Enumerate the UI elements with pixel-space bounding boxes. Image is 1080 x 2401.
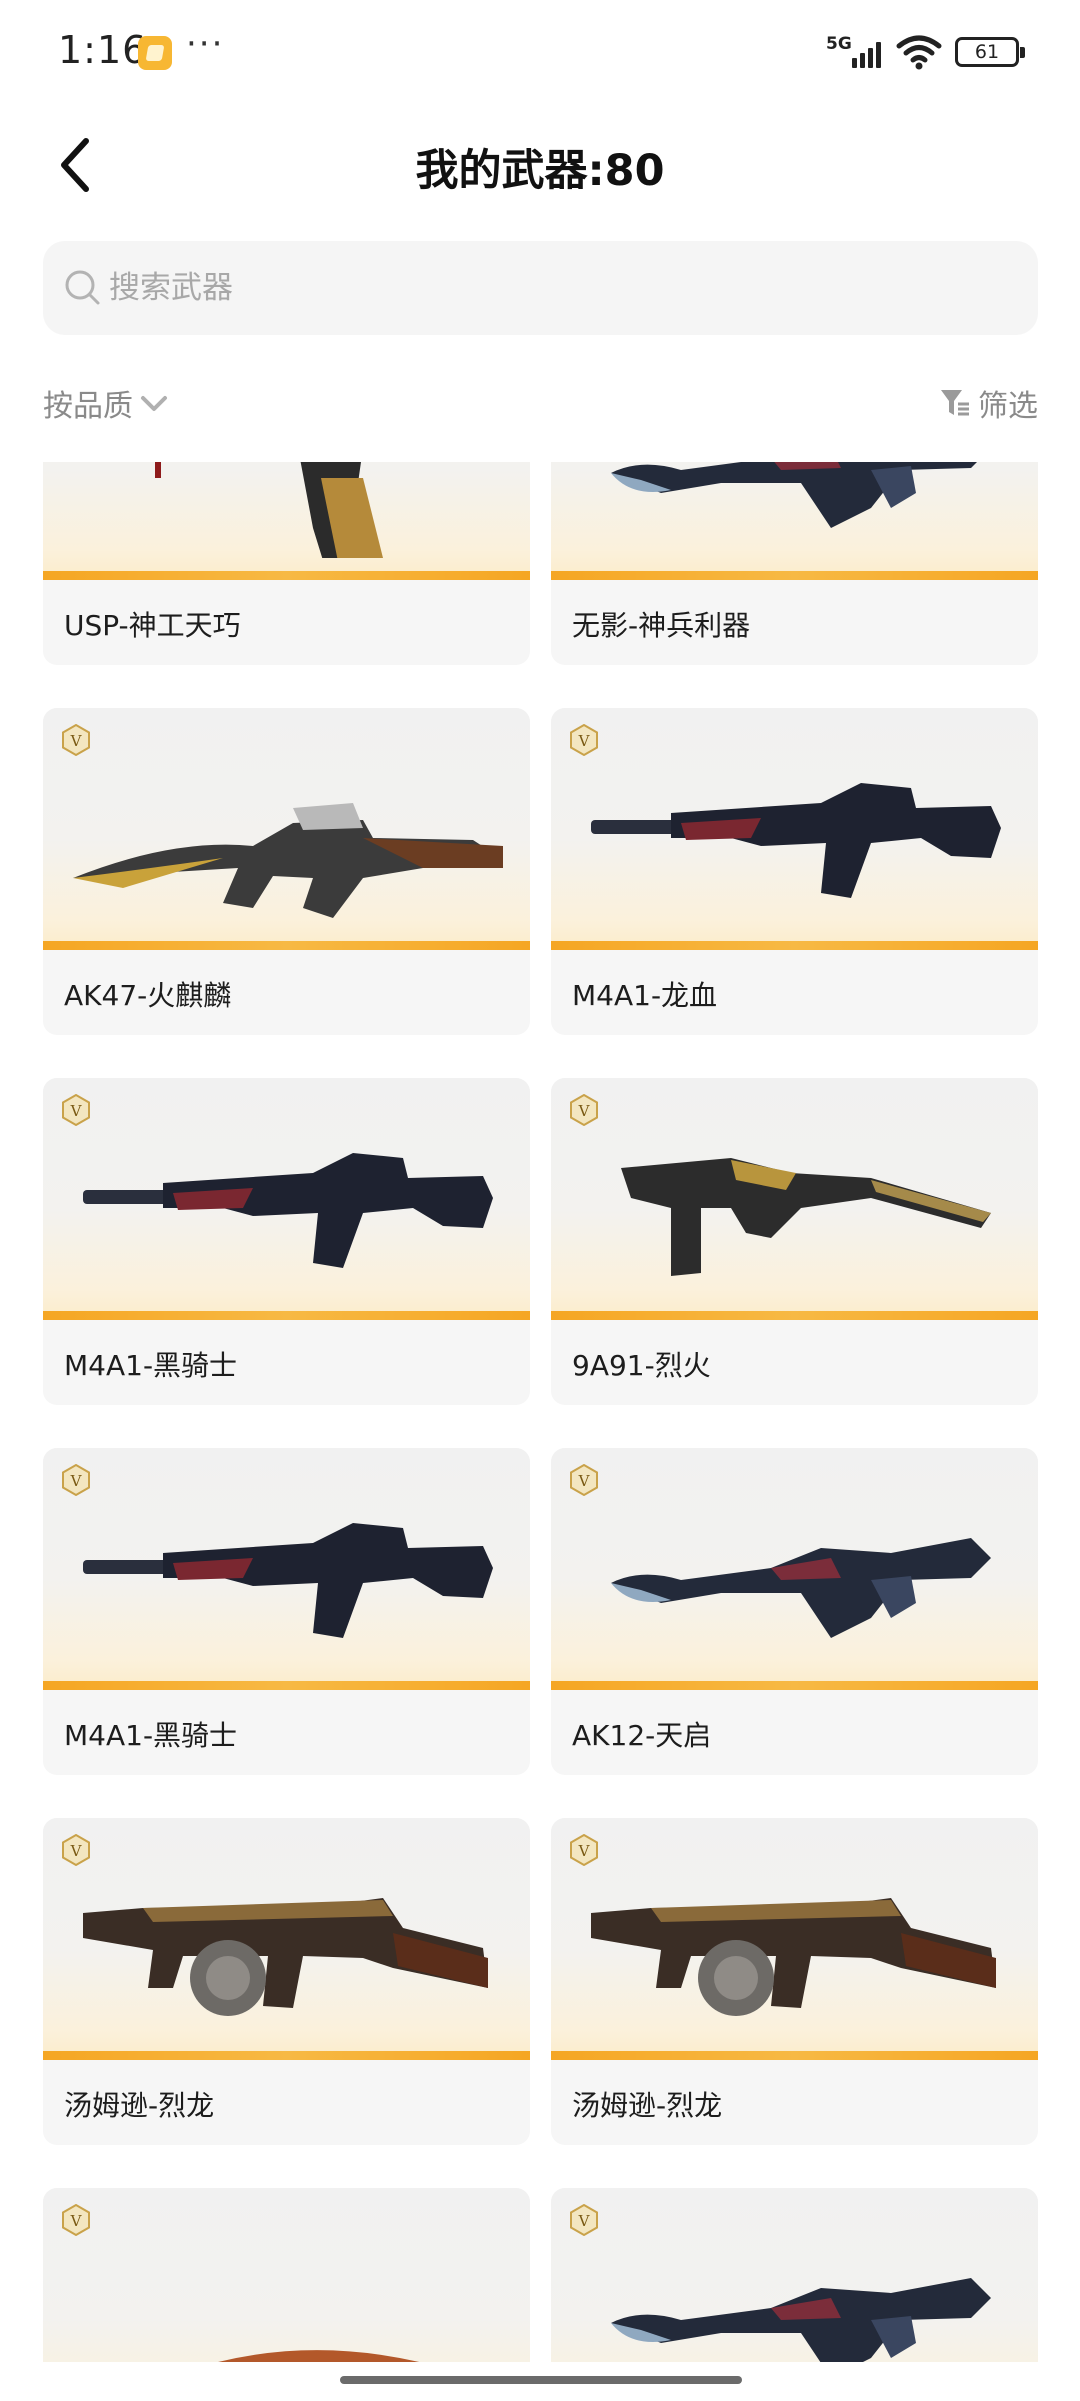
filter-icon xyxy=(941,390,969,416)
assault-rifle-icon xyxy=(611,462,977,528)
quality-bar xyxy=(551,1311,1038,1320)
thompson-icon xyxy=(83,1898,488,2016)
m4a1-icon xyxy=(591,783,1001,898)
svg-text:V: V xyxy=(578,732,591,750)
notes-app-icon xyxy=(138,36,172,70)
quality-bar xyxy=(43,941,530,950)
quality-bar xyxy=(551,571,1038,580)
weapon-image xyxy=(551,462,1038,578)
sort-by-quality-dropdown[interactable]: 按品质 xyxy=(43,378,169,428)
status-time: 1:16 xyxy=(58,28,148,72)
weapon-image: V xyxy=(43,708,530,948)
weapon-card[interactable]: 无影-神兵利器 xyxy=(551,462,1038,665)
weapon-name: M4A1-黑骑士 xyxy=(64,1349,238,1382)
weapon-name: 无影-神兵利器 xyxy=(572,609,751,642)
status-bar: 1:16 ··· 5G 61 xyxy=(0,0,1080,105)
weapon-card[interactable]: V xyxy=(551,2188,1038,2362)
svg-text:V: V xyxy=(70,1102,83,1120)
vip-badge-icon: V xyxy=(62,1834,90,1866)
wifi-icon xyxy=(896,35,942,70)
search-input[interactable] xyxy=(109,241,1009,335)
weapon-name: 9A91-烈火 xyxy=(572,1349,711,1382)
weapon-card[interactable]: V 汤姆逊-烈龙 xyxy=(43,1818,530,2145)
quality-bar xyxy=(551,2051,1038,2060)
weapon-name: 汤姆逊-烈龙 xyxy=(572,2089,723,2122)
home-indicator[interactable] xyxy=(340,2376,742,2384)
svg-text:V: V xyxy=(70,2212,83,2230)
battery-level: 61 xyxy=(974,41,1000,63)
weapon-image: V xyxy=(551,2188,1038,2362)
weapon-name: M4A1-龙血 xyxy=(572,979,718,1012)
m4a1-icon xyxy=(83,1523,493,1638)
weapon-card[interactable]: V 汤姆逊-烈龙 xyxy=(551,1818,1038,2145)
quality-bar xyxy=(551,1681,1038,1690)
quality-bar xyxy=(43,2051,530,2060)
weapon-card[interactable]: USP-神工天巧 xyxy=(43,462,530,665)
pistol-icon xyxy=(155,462,383,558)
weapon-grid-viewport[interactable]: USP-神工天巧 无影-神兵利器 V AK47-火麒麟 V M4A1-龙血 V M4A1-黑骑… xyxy=(0,462,1080,2362)
quality-bar xyxy=(43,1311,530,1320)
weapon-name: AK12-天启 xyxy=(572,1719,712,1752)
network-type: 5G xyxy=(826,34,852,54)
assault-rifle-icon xyxy=(611,1538,991,1638)
more-notifications-icon: ··· xyxy=(186,24,225,64)
weapon-image: V xyxy=(551,1078,1038,1318)
weapon-card[interactable]: V M4A1-黑骑士 xyxy=(43,1078,530,1405)
weapon-image: V xyxy=(43,1818,530,2058)
smg-icon xyxy=(621,1158,991,1276)
weapon-image xyxy=(43,462,530,578)
weapon-name: 汤姆逊-烈龙 xyxy=(64,2089,215,2122)
search-icon xyxy=(65,270,100,305)
vip-badge-icon: V xyxy=(62,1094,90,1126)
battery-icon: 61 xyxy=(955,37,1025,67)
weapon-card[interactable]: V 9A91-烈火 xyxy=(551,1078,1038,1405)
vip-badge-icon: V xyxy=(62,1464,90,1496)
weapon-card[interactable]: V AK12-天启 xyxy=(551,1448,1038,1775)
chevron-down-icon xyxy=(141,396,167,411)
svg-text:V: V xyxy=(70,1472,83,1490)
quality-bar xyxy=(43,571,530,580)
vip-badge-icon: V xyxy=(62,2204,90,2236)
svg-text:V: V xyxy=(70,1842,83,1860)
weapon-image: V xyxy=(551,708,1038,948)
knife-icon xyxy=(218,2350,419,2362)
page-title: 我的武器:80 xyxy=(415,146,665,196)
weapon-name: M4A1-黑骑士 xyxy=(64,1719,238,1752)
vip-badge-icon: V xyxy=(570,1464,598,1496)
weapon-card[interactable]: V AK47-火麒麟 xyxy=(43,708,530,1035)
weapon-image: V xyxy=(551,1448,1038,1688)
svg-text:V: V xyxy=(578,1472,591,1490)
vip-badge-icon: V xyxy=(570,1094,598,1126)
quality-bar xyxy=(551,941,1038,950)
assault-rifle-icon xyxy=(611,2278,991,2362)
sort-label: 按品质 xyxy=(43,389,133,424)
weapon-name: AK47-火麒麟 xyxy=(64,979,232,1012)
weapon-card[interactable]: V M4A1-黑骑士 xyxy=(43,1448,530,1775)
svg-text:V: V xyxy=(578,2212,591,2230)
weapon-card[interactable]: V M4A1-龙血 xyxy=(551,708,1038,1035)
svg-text:V: V xyxy=(578,1102,591,1120)
filter-label: 筛选 xyxy=(978,389,1038,424)
svg-text:V: V xyxy=(578,1842,591,1860)
weapon-card[interactable]: V xyxy=(43,2188,530,2362)
quality-bar xyxy=(43,1681,530,1690)
weapon-name: USP-神工天巧 xyxy=(64,609,241,642)
weapon-image: V xyxy=(551,1818,1038,2058)
m4a1-icon xyxy=(83,1153,493,1268)
ak47-icon xyxy=(73,803,503,918)
weapon-image: V xyxy=(43,2188,530,2362)
filter-button[interactable]: 筛选 xyxy=(938,378,1038,428)
search-bar[interactable] xyxy=(43,241,1038,335)
vip-badge-icon: V xyxy=(570,1834,598,1866)
vip-badge-icon: V xyxy=(570,2204,598,2236)
weapon-image: V xyxy=(43,1078,530,1318)
weapon-image: V xyxy=(43,1448,530,1688)
svg-text:V: V xyxy=(70,732,83,750)
signal-icon xyxy=(852,38,886,68)
thompson-icon xyxy=(591,1898,996,2016)
vip-badge-icon: V xyxy=(570,724,598,756)
vip-badge-icon: V xyxy=(62,724,90,756)
